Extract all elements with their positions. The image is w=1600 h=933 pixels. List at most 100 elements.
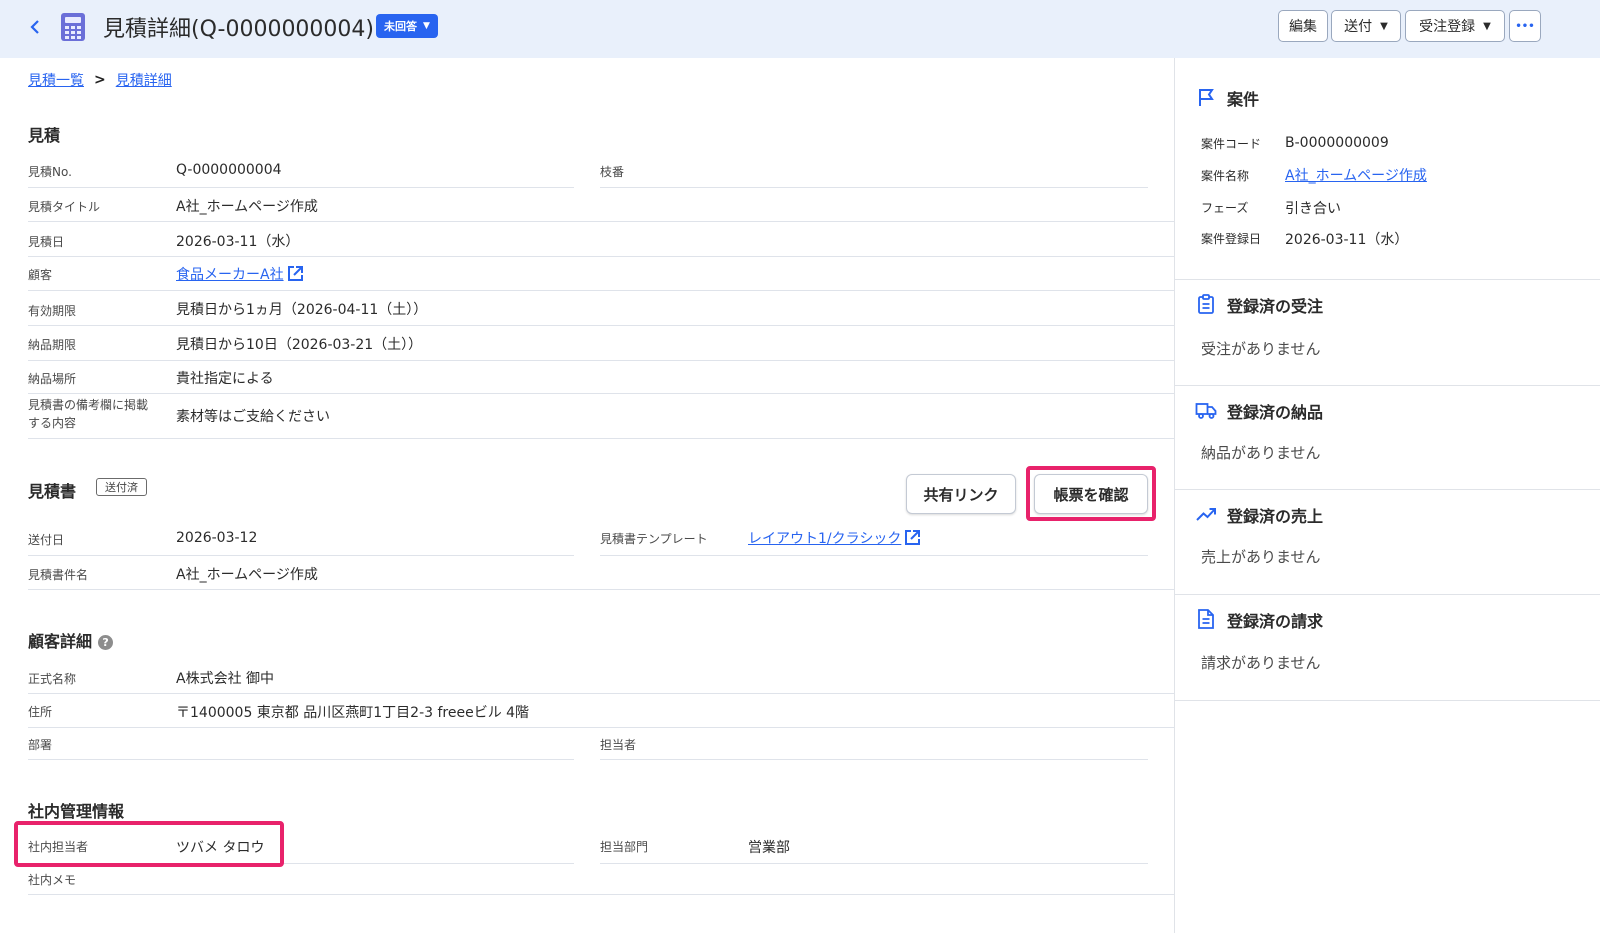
orders-panel: 登録済の受注 受注がありません	[1175, 280, 1600, 386]
field-value: B-0000000009	[1285, 135, 1389, 151]
field-label: 見積タイトル	[28, 200, 101, 214]
field-row-template: 見積書テンプレート レイアウト1/クラシック	[600, 522, 1148, 556]
field-value: A社_ホームページ作成	[176, 567, 318, 583]
customer-detail-section-title: 顧客詳細?	[28, 628, 114, 652]
back-chevron-icon[interactable]	[24, 14, 46, 40]
field-row-memo: 社内メモ	[28, 864, 1176, 895]
field-label: 案件登録日	[1201, 232, 1262, 246]
breadcrumb-estimate-detail[interactable]: 見積詳細	[116, 70, 172, 90]
status-dropdown[interactable]: 未回答 ▼	[376, 14, 438, 38]
confirm-document-label: 帳票を確認	[1053, 485, 1129, 504]
page-title: 見積詳細(Q-0000000004)	[103, 17, 375, 42]
field-row-branch: 枝番	[600, 158, 1148, 188]
panel-title: 登録済の請求	[1227, 612, 1324, 631]
field-row-doc-name: 見積書件名 A社_ホームページ作成	[28, 556, 1176, 590]
estimate-section-title: 見積	[28, 126, 61, 145]
empty-message: 受注がありません	[1201, 340, 1321, 358]
field-label: 有効期限	[28, 304, 77, 318]
field-row-no: 見積No. Q-0000000004	[28, 158, 574, 188]
share-link-label: 共有リンク	[923, 485, 999, 504]
field-label: する内容	[28, 416, 77, 430]
field-row-department: 部署	[28, 728, 574, 760]
field-row-person: 担当者	[600, 728, 1148, 760]
field-value: 見積日から10日（2026-03-21（土））	[176, 337, 423, 353]
field-value: 2026-03-11（水）	[1285, 232, 1409, 248]
send-button-label: 送付	[1344, 19, 1373, 35]
field-value: 貴社指定による	[176, 371, 274, 387]
field-row-owner-dept: 担当部門 営業部	[600, 830, 1148, 864]
panel-title: 登録済の売上	[1227, 507, 1324, 526]
field-label: 部署	[28, 738, 53, 752]
field-value: 2026-03-12	[176, 530, 258, 546]
more-dots-icon: •••	[1515, 20, 1535, 32]
trending-up-icon	[1196, 508, 1216, 521]
field-value: A株式会社 御中	[176, 671, 275, 687]
empty-message: 納品がありません	[1201, 444, 1321, 462]
field-value: 〒1400005 東京都 品川区燕町1丁目2-3 freeeビル 4階	[176, 705, 530, 721]
breadcrumb-estimate-list[interactable]: 見積一覧	[28, 70, 84, 90]
page-header: 見積詳細(Q-0000000004) 未回答 ▼ 編集 送付 ▼ 受注登録 ▼ …	[0, 0, 1600, 58]
help-icon[interactable]: ?	[98, 635, 114, 650]
field-row-sent: 送付日 2026-03-12	[28, 522, 574, 556]
more-options-button[interactable]: •••	[1509, 10, 1541, 42]
field-row-place: 納品場所 貴社指定による	[28, 361, 1176, 394]
caret-down-icon: ▼	[1380, 20, 1388, 32]
deal-panel: 案件 案件コード B-0000000009 案件名称 A社_ホームページ作成 フ…	[1175, 58, 1600, 280]
external-link-icon[interactable]	[904, 529, 921, 546]
deliveries-panel: 登録済の納品 納品がありません	[1175, 386, 1600, 490]
field-row-owner: 社内担当者 ツバメ タロウ	[28, 830, 574, 864]
external-link-icon[interactable]	[287, 265, 304, 282]
document-section-title: 見積書	[28, 482, 77, 501]
field-label: 担当者	[600, 738, 637, 752]
share-link-button[interactable]: 共有リンク	[906, 474, 1016, 514]
invoices-panel: 登録済の請求 請求がありません	[1175, 595, 1600, 701]
field-label: 枝番	[600, 165, 625, 179]
field-row-customer: 顧客 食品メーカーA社	[28, 257, 1176, 291]
caret-down-icon: ▼	[423, 21, 430, 31]
order-register-button[interactable]: 受注登録 ▼	[1405, 10, 1505, 42]
field-value: 営業部	[748, 840, 790, 856]
sales-panel: 登録済の売上 売上がありません	[1175, 490, 1600, 595]
status-label: 未回答	[384, 20, 417, 33]
chevron-right-icon: >	[94, 72, 106, 88]
field-row-title: 見積タイトル A社_ホームページ作成	[28, 188, 1176, 222]
field-label: 社内担当者	[28, 840, 89, 854]
field-label: 住所	[28, 705, 53, 719]
calculator-icon	[60, 12, 86, 42]
field-row-official-name: 正式名称 A株式会社 御中	[28, 660, 1176, 694]
field-value: A社_ホームページ作成	[176, 199, 318, 215]
customer-link[interactable]: 食品メーカーA社	[176, 267, 284, 283]
field-value: ツバメ タロウ	[176, 840, 265, 856]
field-label: フェーズ	[1201, 201, 1249, 215]
field-value: 見積日から1ヵ月（2026-04-11（土））	[176, 302, 428, 318]
confirm-document-button[interactable]: 帳票を確認	[1034, 474, 1148, 514]
right-sidebar: 案件 案件コード B-0000000009 案件名称 A社_ホームページ作成 フ…	[1174, 58, 1600, 933]
field-label: 納品期限	[28, 338, 77, 352]
deal-name-link[interactable]: A社_ホームページ作成	[1285, 165, 1427, 185]
field-label: 担当部門	[600, 840, 649, 854]
field-label: 正式名称	[28, 672, 77, 686]
flag-icon	[1199, 89, 1214, 106]
field-row-address: 住所 〒1400005 東京都 品川区燕町1丁目2-3 freeeビル 4階	[28, 694, 1176, 728]
order-register-label: 受注登録	[1419, 19, 1476, 35]
template-link[interactable]: レイアウト1/クラシック	[748, 531, 901, 547]
field-label: 顧客	[28, 268, 53, 282]
field-row-valid: 有効期限 見積日から1ヵ月（2026-04-11（土））	[28, 291, 1176, 326]
field-value: 2026-03-11（水）	[176, 234, 300, 250]
edit-button[interactable]: 編集	[1278, 10, 1328, 42]
field-value: Q-0000000004	[176, 162, 282, 178]
field-label: 納品場所	[28, 372, 77, 386]
panel-title: 登録済の受注	[1227, 297, 1324, 316]
field-label: 見積書件名	[28, 568, 89, 582]
empty-message: 売上がありません	[1201, 548, 1321, 566]
document-icon	[1198, 609, 1214, 629]
internal-section-title: 社内管理情報	[28, 802, 125, 821]
send-button[interactable]: 送付 ▼	[1331, 10, 1401, 42]
caret-down-icon: ▼	[1483, 20, 1491, 32]
field-value: 素材等はご支給ください	[176, 409, 330, 425]
clipboard-icon	[1198, 294, 1214, 314]
edit-button-label: 編集	[1289, 19, 1317, 35]
field-label: 見積No.	[28, 165, 72, 179]
field-label: 案件名称	[1201, 169, 1250, 183]
field-label: 見積日	[28, 235, 65, 249]
